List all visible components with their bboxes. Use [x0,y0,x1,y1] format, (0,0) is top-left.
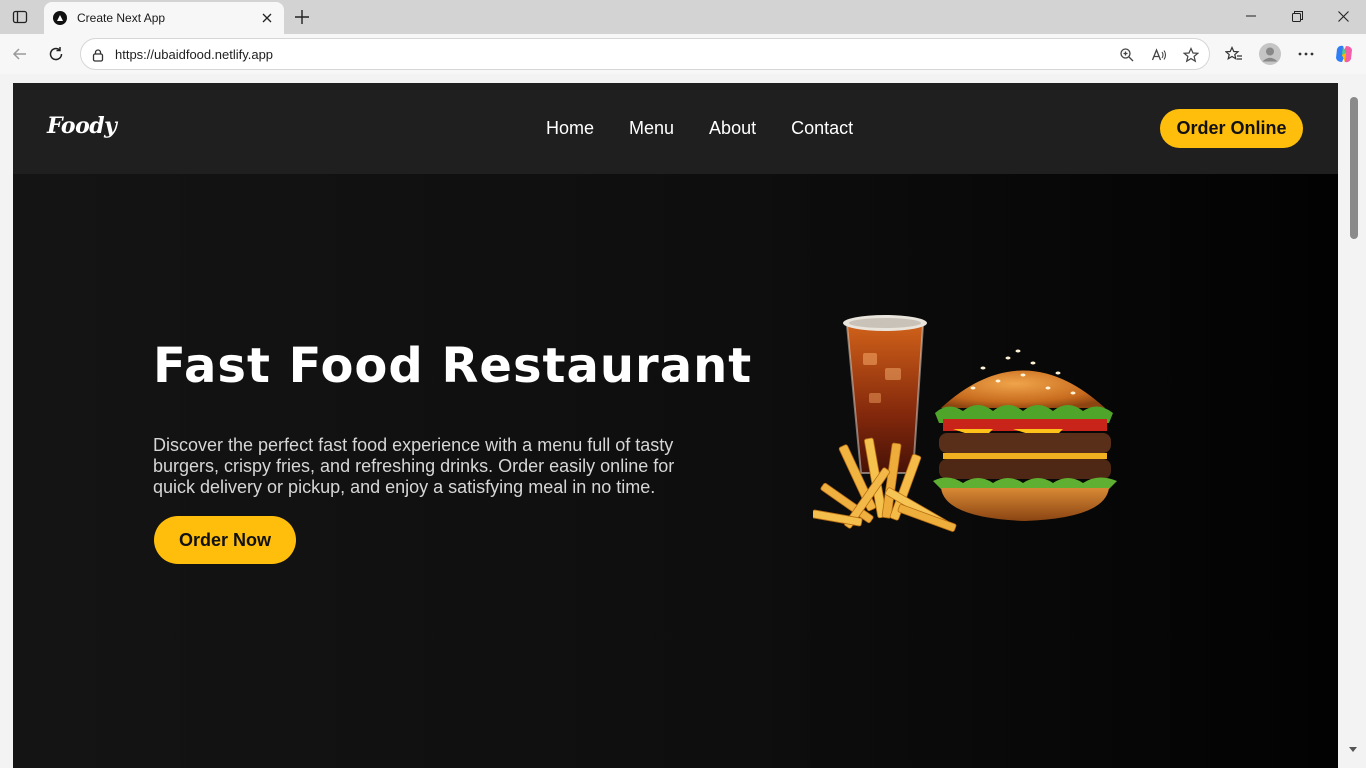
close-window-icon[interactable] [1320,0,1366,32]
nextjs-favicon-icon [53,11,67,25]
tab-title: Create Next App [77,11,166,25]
site-logo[interactable]: Foody [47,113,117,139]
restore-icon[interactable] [1274,0,1320,32]
page-scrollbar[interactable] [1345,83,1359,768]
order-online-button[interactable]: Order Online [1160,109,1303,148]
url-text[interactable]: https://ubaidfood.netlify.app [115,47,273,62]
nav-home[interactable]: Home [546,118,594,139]
favorites-icon[interactable] [1220,40,1248,68]
main-nav: Home Menu About Contact [546,118,888,139]
nav-contact[interactable]: Contact [791,118,853,139]
hero-description: Discover the perfect fast food experienc… [153,435,675,497]
zoom-icon[interactable] [1115,43,1139,67]
browser-tab-bar: Create Next App [0,0,1366,34]
page-viewport: Foody Home Menu About Contact Order Onli… [13,83,1338,768]
refresh-icon[interactable] [42,40,70,68]
burger-fries-drink-image [813,315,1117,532]
hero-title: Fast Food Restaurant [153,338,753,394]
profile-avatar-icon[interactable] [1256,40,1284,68]
copilot-icon[interactable] [1330,40,1358,68]
read-aloud-icon[interactable] [1147,43,1171,67]
order-now-button[interactable]: Order Now [154,516,296,564]
favorite-star-icon[interactable] [1179,43,1203,67]
close-tab-icon[interactable] [256,7,278,29]
scrollbar-thumb[interactable] [1350,97,1358,239]
browser-toolbar: https://ubaidfood.netlify.app [0,34,1366,74]
back-icon[interactable] [6,40,34,68]
minimize-icon[interactable] [1228,0,1274,32]
site-header: Foody Home Menu About Contact Order Onli… [13,83,1338,174]
new-tab-icon[interactable] [290,5,314,29]
scroll-down-arrow-icon[interactable] [1348,745,1358,755]
nav-menu[interactable]: Menu [629,118,674,139]
address-bar[interactable]: https://ubaidfood.netlify.app [80,38,1210,70]
tab-actions-icon[interactable] [6,5,34,29]
lock-icon[interactable] [86,43,110,67]
browser-tab[interactable]: Create Next App [44,2,284,34]
more-options-icon[interactable] [1292,40,1320,68]
nav-about[interactable]: About [709,118,756,139]
